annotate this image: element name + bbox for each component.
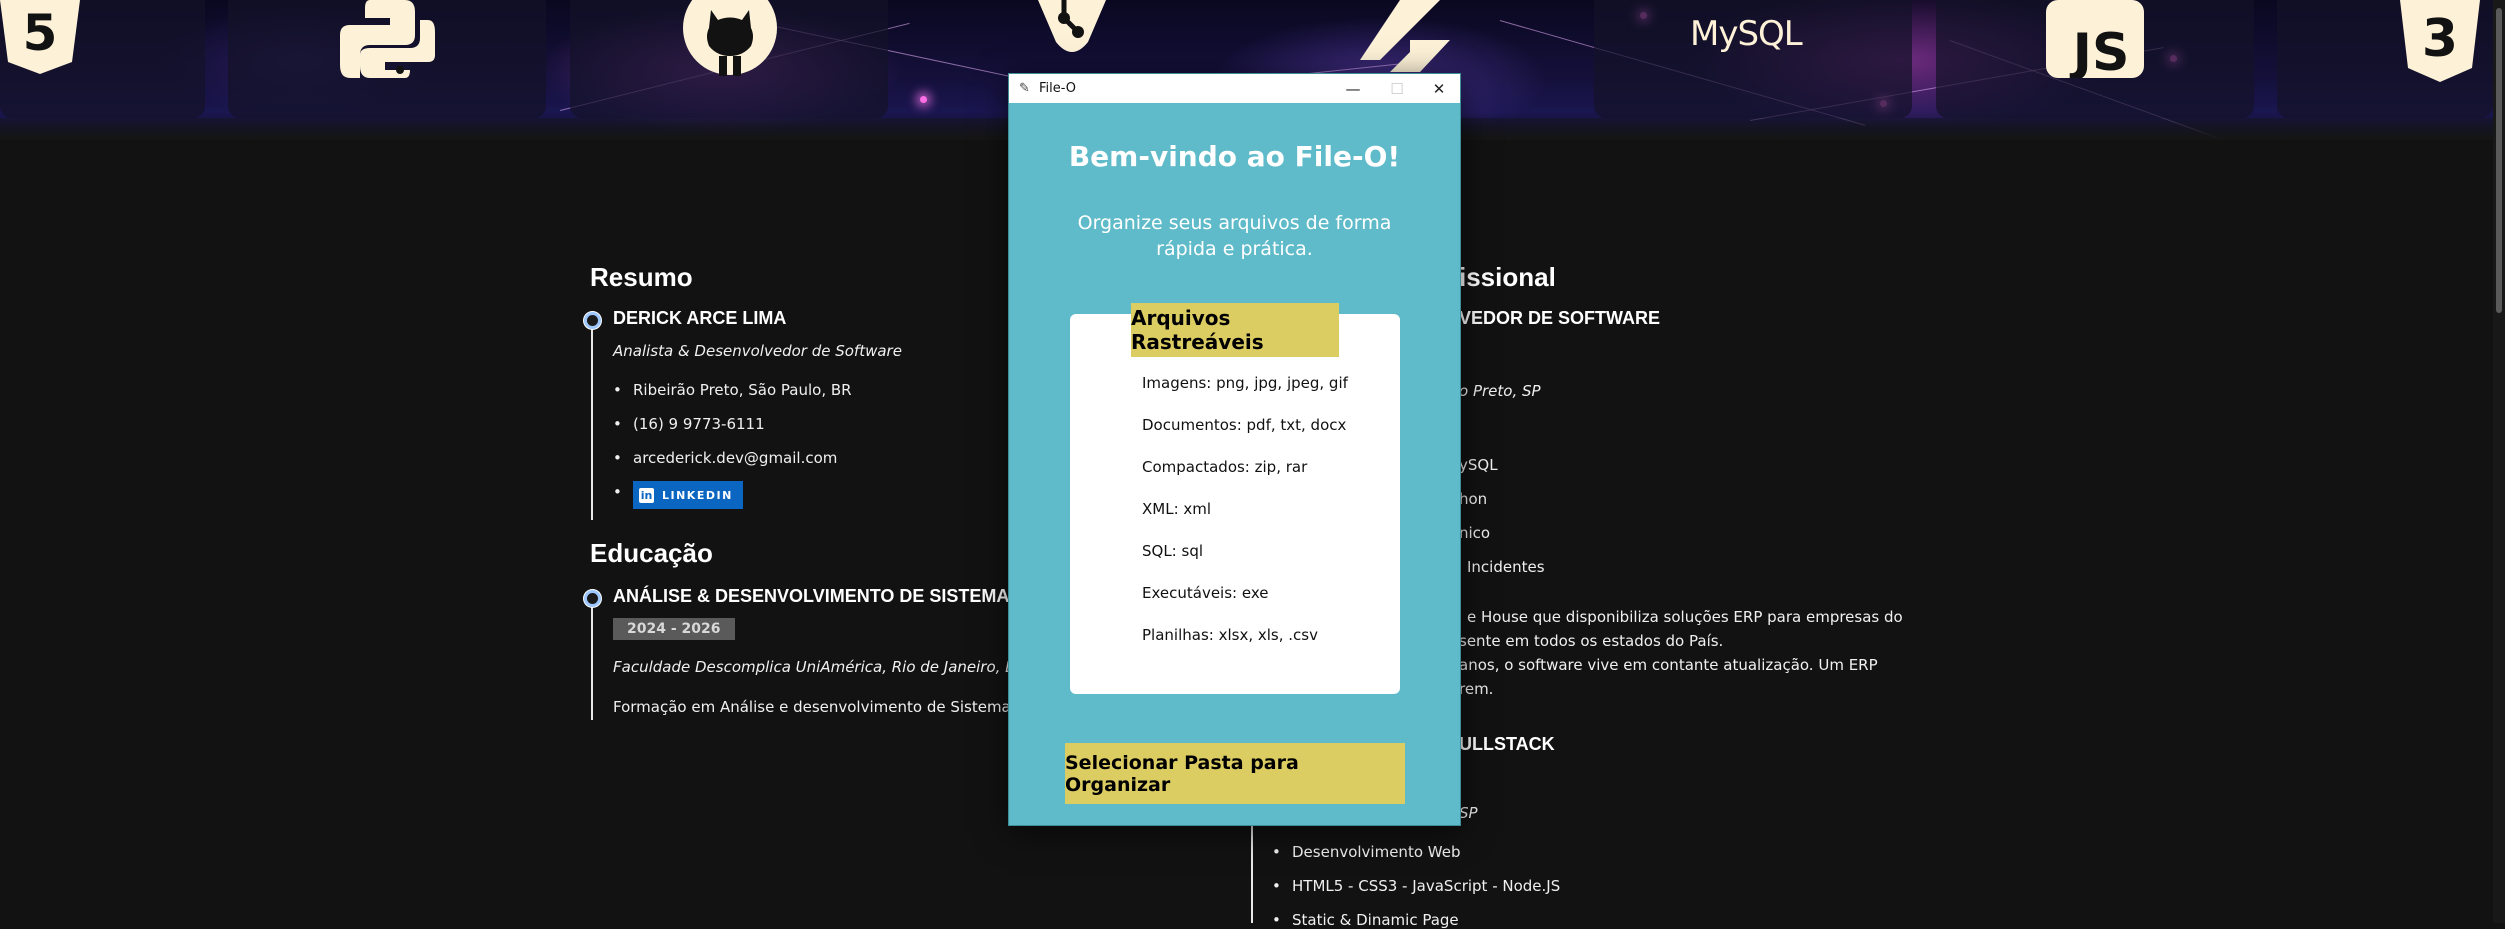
course-school: Faculdade Descomplica UniAmérica, Rio de… <box>613 658 1026 676</box>
github-icon <box>683 0 777 80</box>
job2-item: Static & Dinamic Page <box>1272 911 1459 929</box>
linkedin-icon: in <box>639 487 654 503</box>
course-title: ANÁLISE & DESENVOLVIMENTO DE SISTEMA <box>613 586 1010 606</box>
window-title: File-O <box>1039 81 1077 96</box>
mysql-icon: MySQL <box>1690 14 1803 54</box>
welcome-description: Organize seus arquivos de forma rápida e… <box>1077 212 1392 260</box>
job1-title: VEDOR DE SOFTWARE <box>1459 308 1661 328</box>
resumo-timeline <box>591 320 593 520</box>
file-type-item: SQL: sql <box>1142 542 1204 560</box>
html5-icon: 5 <box>0 0 80 79</box>
linkedin-badge[interactable]: in LINKEDIN <box>633 481 743 509</box>
job2-item: Desenvolvimento Web <box>1272 843 1461 861</box>
educacao-timeline <box>591 598 593 720</box>
git-icon <box>1018 0 1126 64</box>
file-type-item: Documentos: pdf, txt, docx <box>1142 416 1347 434</box>
close-button[interactable]: ✕ <box>1417 74 1461 103</box>
file-o-window: ✎ File-O — ☐ ✕ Bem-vindo ao File-O! Orga… <box>1008 73 1461 826</box>
educacao-heading: Educação <box>590 538 713 568</box>
resume-role: Analista & Desenvolvedor de Software <box>613 342 902 360</box>
svg-text:3: 3 <box>2422 9 2458 69</box>
welcome-heading: Bem-vindo ao File-O! <box>1068 140 1401 173</box>
window-titlebar[interactable]: ✎ File-O — ☐ ✕ <box>1009 74 1460 103</box>
javascript-icon: JS <box>2046 0 2144 83</box>
file-type-item: Executáveis: exe <box>1142 584 1269 602</box>
scrollbar-thumb[interactable] <box>2496 8 2502 313</box>
select-folder-button[interactable]: Selecionar Pasta para Organizar <box>1065 743 1405 804</box>
maximize-button: ☐ <box>1390 79 1404 98</box>
job1-desc-line: e House que disponibiliza soluções ERP p… <box>1467 608 1903 626</box>
resumo-heading: Resumo <box>590 262 693 292</box>
job1-item: Incidentes <box>1467 558 1545 576</box>
course-years-badge: 2024 - 2026 <box>613 618 735 640</box>
minimize-button[interactable]: — <box>1331 74 1375 103</box>
job1-location: o Preto, SP <box>1459 382 1541 400</box>
file-type-item: Imagens: png, jpg, jpeg, gif <box>1142 374 1348 392</box>
job2-title: ULLSTACK <box>1459 734 1555 754</box>
svg-text:5: 5 <box>23 4 58 62</box>
python-icon <box>340 0 435 82</box>
job2-item: HTML5 - CSS3 - JavaScript - Node.JS <box>1272 877 1560 895</box>
job1-item: ySQL <box>1459 456 1498 474</box>
job1-item: hon <box>1459 490 1488 508</box>
tracked-files-card: Arquivos Rastreáveis Imagens: png, jpg, … <box>1070 303 1400 694</box>
flutter-icon <box>1360 0 1460 80</box>
experiencia-timeline <box>1251 824 1253 923</box>
tracked-files-title: Arquivos Rastreáveis <box>1131 303 1339 357</box>
linkedin-label: LINKEDIN <box>662 488 733 502</box>
job1-item: nico <box>1459 524 1491 542</box>
course-description: Formação em Análise e desenvolvimento de… <box>613 698 1019 716</box>
contact-location: Ribeirão Preto, São Paulo, BR <box>613 381 852 399</box>
experiencia-heading: issional <box>1459 262 1556 292</box>
file-type-item: XML: xml <box>1142 500 1212 518</box>
page-scrollbar[interactable] <box>2493 0 2505 923</box>
job2-location: SP <box>1459 804 1478 822</box>
resumo-timeline-dot <box>584 312 601 329</box>
feather-icon: ✎ <box>1019 81 1030 96</box>
job1-desc-line: sente em todos os estados do País. <box>1459 632 1724 650</box>
css3-icon: 3 <box>2400 0 2480 88</box>
job1-desc-line: anos, o software vive em contante atuali… <box>1459 656 1878 674</box>
contact-email[interactable]: arcederick.dev@gmail.com <box>613 449 837 467</box>
file-type-item: Planilhas: xlsx, xls, .csv <box>1142 626 1318 644</box>
file-type-item: Compactados: zip, rar <box>1142 458 1308 476</box>
svg-text:JS: JS <box>2070 23 2130 78</box>
contact-phone: (16) 9 9773-6111 <box>613 415 765 433</box>
educacao-timeline-dot <box>584 590 601 607</box>
resume-name: DERICK ARCE LIMA <box>613 308 787 328</box>
job1-desc-line: rem. <box>1459 680 1494 698</box>
